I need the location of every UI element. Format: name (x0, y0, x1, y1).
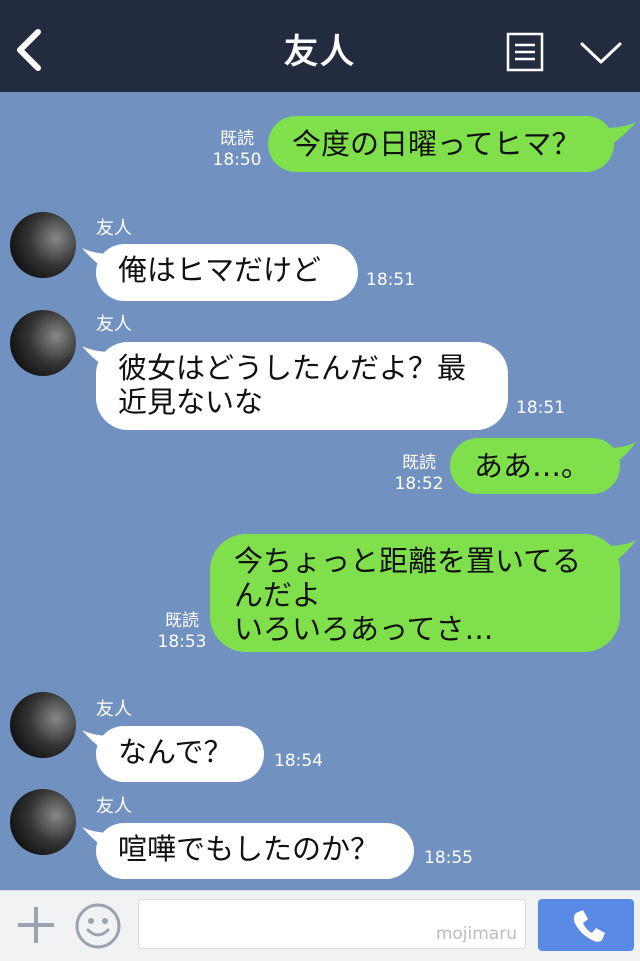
read-receipt: 既読 18:52 (394, 453, 444, 495)
message-time: 18:53 (157, 632, 207, 652)
notes-icon (506, 32, 544, 72)
message-bubble-incoming[interactable]: 喧嘩でもしたのか？ (96, 823, 414, 879)
bubble-tail (82, 248, 112, 270)
bubble-tail (82, 346, 112, 368)
message-text: 俺はヒマだけど (118, 253, 322, 287)
message-time: 18:51 (516, 398, 565, 418)
message-bubble-outgoing[interactable]: ああ…。 (450, 438, 620, 494)
smiley-icon (75, 903, 121, 949)
bubble-tail (82, 730, 112, 752)
bubble-tail (82, 827, 112, 849)
plus-button[interactable] (14, 903, 58, 947)
message-text: ああ…。 (474, 449, 591, 483)
phone-icon (573, 910, 605, 942)
bubble-tail (604, 122, 636, 144)
plus-icon (18, 907, 54, 943)
message-bubble-incoming[interactable]: 俺はヒマだけど (96, 244, 358, 301)
message-time: 18:54 (274, 751, 323, 771)
chat-title: 友人 (284, 32, 356, 72)
read-label: 既読 (165, 611, 199, 631)
chat-area[interactable]: 既読 18:50 今度の日曜ってヒマ？ 友人 俺はヒマだけど 18:51 友人 … (0, 92, 640, 890)
read-label: 既読 (402, 453, 436, 473)
chat-header: 友人 (0, 0, 640, 92)
message-bubble-outgoing[interactable]: 今度の日曜ってヒマ？ (268, 116, 614, 172)
bubble-tail (606, 540, 636, 562)
message-text-line: いろいろあってさ… (234, 612, 494, 646)
sender-name: 友人 (96, 314, 132, 335)
watermark: mojimaru (435, 924, 517, 944)
message-text-line: 彼女はどうしたんだよ？最 (118, 351, 467, 385)
message-time: 18:50 (212, 150, 262, 170)
message-time: 18:55 (424, 848, 473, 868)
input-bar: mojimaru (0, 890, 640, 961)
bubble-tail (606, 442, 636, 464)
call-button[interactable] (538, 899, 634, 951)
message-text: 喧嘩でもしたのか？ (118, 832, 380, 866)
emoji-button[interactable] (74, 902, 122, 950)
read-receipt: 既読 18:50 (212, 129, 262, 171)
chevron-down-icon (580, 42, 622, 64)
read-receipt: 既読 18:53 (154, 611, 210, 653)
message-text-line: んだよ (234, 578, 322, 612)
read-label: 既読 (220, 129, 254, 149)
notes-button[interactable] (506, 32, 544, 72)
avatar[interactable] (10, 692, 76, 758)
collapse-button[interactable] (576, 36, 626, 70)
message-bubble-outgoing[interactable]: 今ちょっと距離を置いてる んだよ いろいろあってさ… (210, 534, 620, 652)
sender-name: 友人 (96, 218, 132, 239)
message-bubble-incoming[interactable]: 彼女はどうしたんだよ？最 近見ないな (96, 342, 508, 430)
message-time: 18:51 (366, 270, 415, 290)
message-bubble-incoming[interactable]: なんで？ (96, 726, 264, 782)
message-text: なんで？ (118, 735, 233, 769)
sender-name: 友人 (96, 699, 132, 720)
message-text: 今度の日曜ってヒマ？ (292, 127, 581, 161)
message-text-line: 今ちょっと距離を置いてる (234, 544, 582, 578)
message-text-line: 近見ないな (118, 385, 264, 419)
sender-name: 友人 (96, 796, 132, 817)
message-input[interactable]: mojimaru (138, 899, 526, 949)
avatar[interactable] (10, 212, 76, 278)
avatar[interactable] (10, 789, 76, 855)
message-time: 18:52 (394, 474, 444, 494)
avatar[interactable] (10, 310, 76, 376)
